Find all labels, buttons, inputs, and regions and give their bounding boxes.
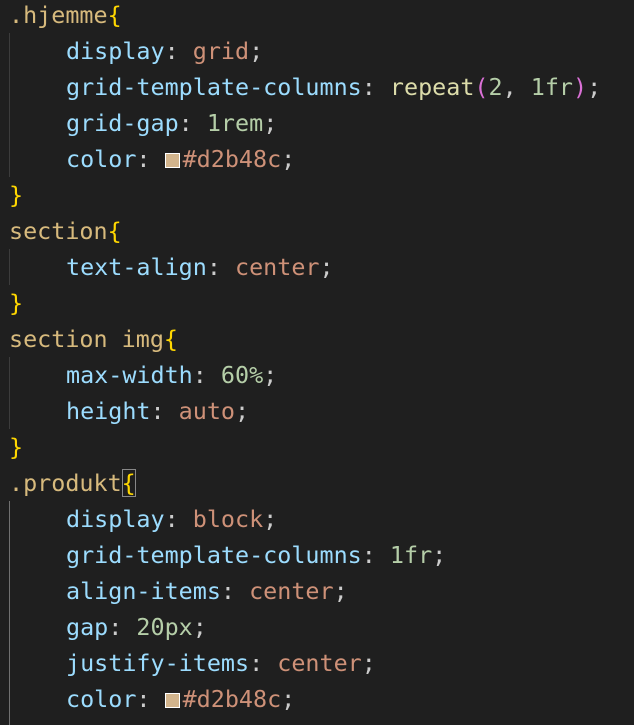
code-line[interactable]: grid-template-columns: 1fr; [9,537,446,573]
css-number: 2 [488,73,503,101]
brace: } [9,433,24,461]
css-property: height [66,397,151,425]
code-line[interactable]: color: #d2b48c; [9,681,295,717]
color-swatch-icon[interactable] [164,153,180,168]
code-editor[interactable]: .hjemme{display: grid; grid-template-colu… [0,0,634,725]
punctuation: ; [281,685,296,713]
punctuation: : [164,37,193,65]
code-line[interactable]: display: grid; [9,33,263,69]
punctuation: : [178,109,207,137]
css-property: grid-template-columns [66,541,362,569]
code-line[interactable]: max-width: 60%; [9,357,277,393]
punctuation: : [361,73,390,101]
punctuation: ; [192,613,207,641]
code-line[interactable]: .produkt{ [9,465,136,501]
punctuation: , [502,73,531,101]
punctuation: ; [432,541,447,569]
code-line[interactable]: height: auto; [9,393,249,429]
css-number: 20px [136,613,193,641]
punctuation: : [150,397,179,425]
punctuation: ; [235,397,250,425]
code-line[interactable]: color: #d2b48c; [9,141,295,177]
css-property: justify-items [66,649,250,677]
brace: } [9,289,24,317]
css-selector: .hjemme [9,1,108,29]
css-property: align-items [66,577,221,605]
css-selector: section [9,217,108,245]
punctuation: : [206,253,235,281]
punctuation: ; [319,253,334,281]
code-line[interactable]: } [9,177,23,213]
punctuation: ; [263,505,278,533]
punctuation: ; [587,73,602,101]
css-value: center [277,649,362,677]
css-property: color [66,145,137,173]
css-value: #d2b48c [182,685,282,713]
punctuation: ; [333,577,348,605]
code-line[interactable]: section img{ [9,321,178,357]
code-line[interactable]: gap: 20px; [9,609,207,645]
punctuation: ; [263,109,278,137]
brace: { [107,1,122,29]
code-line[interactable]: } [9,285,23,321]
css-property: grid-template-columns [66,73,362,101]
brace: { [163,325,178,353]
code-line[interactable]: grid-template-columns: repeat(2, 1fr); [9,69,601,105]
css-number: 1rem [206,109,264,137]
css-selector: section img [9,325,164,353]
punctuation: : [164,505,193,533]
punctuation: : [249,649,278,677]
color-swatch-icon[interactable] [164,693,180,708]
code-line[interactable]: justify-items: center; [9,645,376,681]
code-line[interactable]: } [9,429,23,465]
css-property: display [66,505,165,533]
punctuation: ; [361,649,376,677]
css-property: text-align [66,253,207,281]
code-line[interactable]: grid-gap: 1rem; [9,105,277,141]
code-line[interactable]: display: block; [9,501,277,537]
css-property: grid-gap [66,109,179,137]
css-property: color [66,685,137,713]
punctuation: ; [263,361,278,389]
punctuation: : [136,685,165,713]
css-function: repeat [389,73,475,101]
css-property: max-width [66,361,193,389]
css-number: 60% [220,361,264,389]
css-value: center [249,577,334,605]
code-line[interactable]: section{ [9,213,122,249]
matched-brace: { [121,469,136,497]
css-value: #d2b48c [182,145,282,173]
code-line[interactable]: .hjemme{ [9,0,122,33]
brace: { [107,217,122,245]
punctuation: ; [249,37,264,65]
punctuation: ; [281,145,296,173]
parenthesis: ( [474,73,489,101]
punctuation: : [136,145,165,173]
code-line[interactable]: align-items: center; [9,573,348,609]
punctuation: : [192,361,221,389]
css-value: auto [178,397,236,425]
css-property: display [66,37,165,65]
css-property: gap [66,613,109,641]
css-value: grid [192,37,250,65]
css-value: block [192,505,264,533]
punctuation: : [108,613,137,641]
css-number: 1fr [530,73,574,101]
parenthesis: ) [573,73,588,101]
css-selector: .produkt [9,469,122,497]
brace: } [9,181,24,209]
code-line[interactable]: text-align: center; [9,249,334,285]
punctuation: : [220,577,250,605]
css-number: 1fr [389,541,433,569]
css-value: center [235,253,320,281]
punctuation: : [361,541,390,569]
